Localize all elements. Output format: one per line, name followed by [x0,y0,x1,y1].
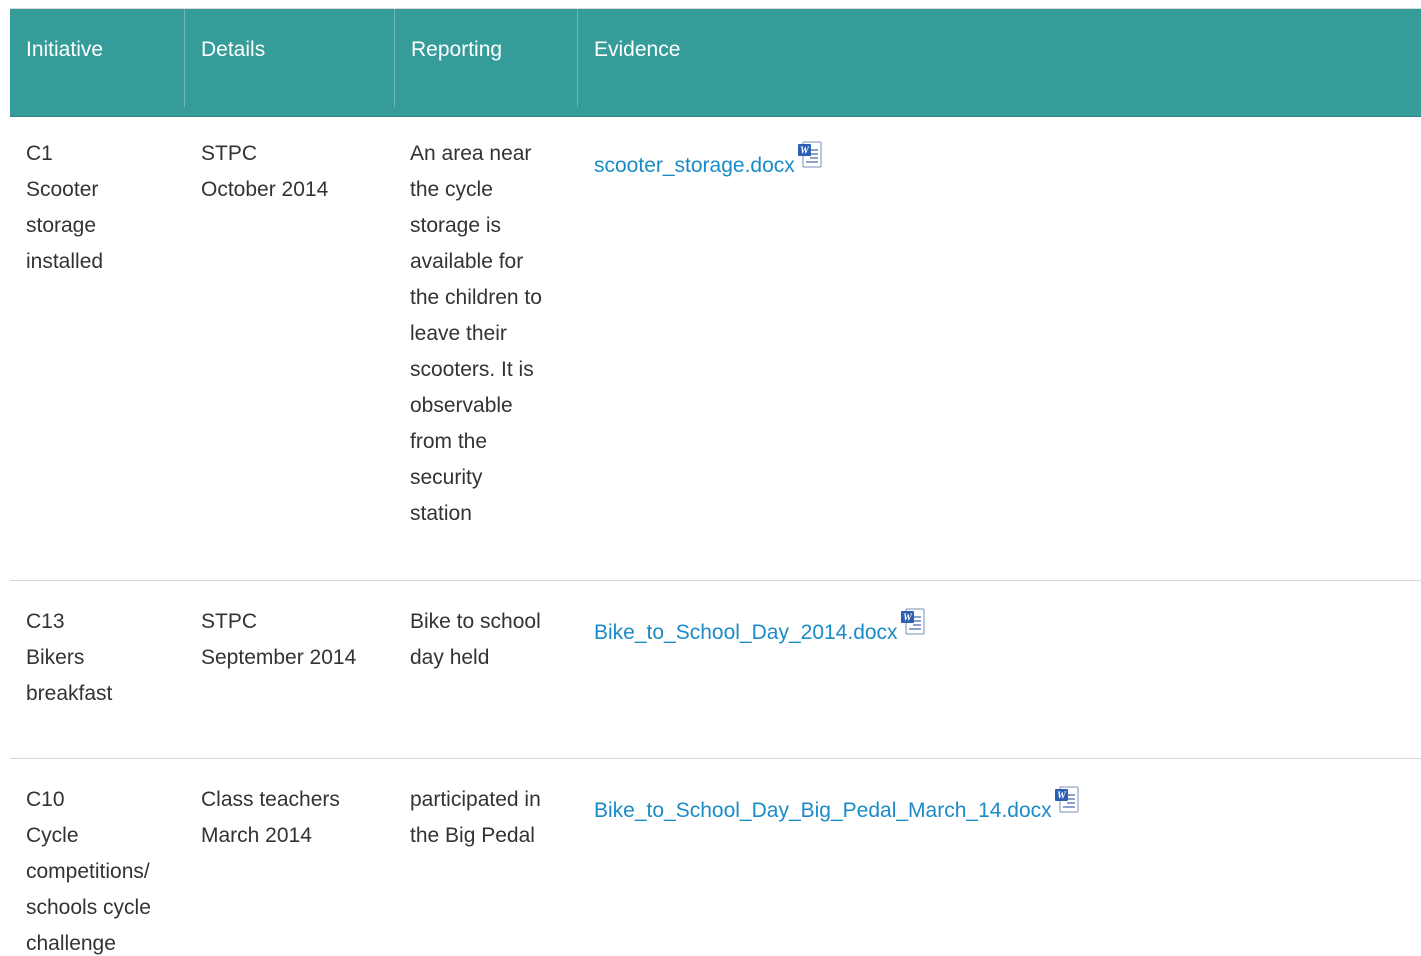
details-cell: STPC September 2014 [201,604,356,676]
details-text: STPC [201,610,258,633]
table-row: C13 Bikers breakfast STPC September 2014… [10,580,1421,759]
initiative-text: challenge [26,932,116,955]
reporting-text: day held [410,646,490,669]
table-row: C10 Cycle competitions/ schools cycle ch… [10,758,1421,956]
svg-text:W: W [1057,791,1067,802]
reporting-text: the cycle [410,178,493,201]
initiative-text: breakfast [26,682,113,705]
header-initiative: Initiative [26,38,104,61]
evidence-link[interactable]: Bike_to_School_Day_Big_Pedal_March_14.do… [594,799,1052,822]
initiative-code: C1 [26,142,53,165]
evidence-table-page: Initiative Details Reporting Evidence C1… [0,0,1421,956]
reporting-text: available for [410,250,524,273]
header-evidence: Evidence [577,9,680,107]
initiative-code: C13 [26,610,65,633]
word-document-icon[interactable]: W [797,140,823,170]
svg-text:W: W [903,613,913,624]
reporting-text: Bike to school [410,610,541,633]
evidence-cell: Bike_to_School_Day_Big_Pedal_March_14.do… [594,786,1080,823]
reporting-text: observable [410,394,513,417]
initiative-text: Scooter [26,178,99,201]
details-text: September 2014 [201,646,357,669]
evidence-link[interactable]: scooter_storage.docx [594,154,795,177]
initiative-text: competitions/ [26,860,150,883]
reporting-text: the Big Pedal [410,824,535,847]
details-text: Class teachers [201,788,340,811]
reporting-text: the children to [410,286,542,309]
evidence-cell: Bike_to_School_Day_2014.docx W [594,608,926,645]
reporting-cell: An area near the cycle storage is availa… [410,136,542,532]
initiative-text: schools cycle [26,896,151,919]
details-cell: STPC October 2014 [201,136,328,208]
reporting-cell: Bike to school day held [410,604,541,676]
word-document-icon[interactable]: W [900,607,926,637]
reporting-text: storage is [410,214,502,237]
details-text: October 2014 [201,178,329,201]
reporting-text: scooters. It is [410,358,534,381]
initiative-text: storage [26,214,97,237]
initiative-cell: C1 Scooter storage installed [26,136,103,280]
svg-text:W: W [800,146,810,157]
evidence-cell: scooter_storage.docx W [594,141,823,178]
word-document-icon[interactable]: W [1054,785,1080,815]
evidence-link[interactable]: Bike_to_School_Day_2014.docx [594,621,898,644]
header-details: Details [184,9,265,107]
reporting-text: station [410,502,472,525]
initiative-cell: C13 Bikers breakfast [26,604,112,712]
reporting-text: from the [410,430,488,453]
reporting-cell: participated in the Big Pedal [410,782,541,854]
initiative-cell: C10 Cycle competitions/ schools cycle ch… [26,782,151,956]
reporting-text: leave their [410,322,507,345]
initiative-code: C10 [26,788,65,811]
header-reporting: Reporting [394,9,502,107]
initiative-text: Bikers [26,646,85,669]
details-text: STPC [201,142,258,165]
table-row: C1 Scooter storage installed STPC Octobe… [10,136,1421,580]
reporting-text: An area near [410,142,532,165]
initiative-text: installed [26,250,104,273]
details-text: March 2014 [201,824,312,847]
details-cell: Class teachers March 2014 [201,782,340,854]
initiative-text: Cycle [26,824,79,847]
reporting-text: security [410,466,483,489]
table-header-row: Initiative Details Reporting Evidence [10,9,1421,117]
reporting-text: participated in [410,788,541,811]
